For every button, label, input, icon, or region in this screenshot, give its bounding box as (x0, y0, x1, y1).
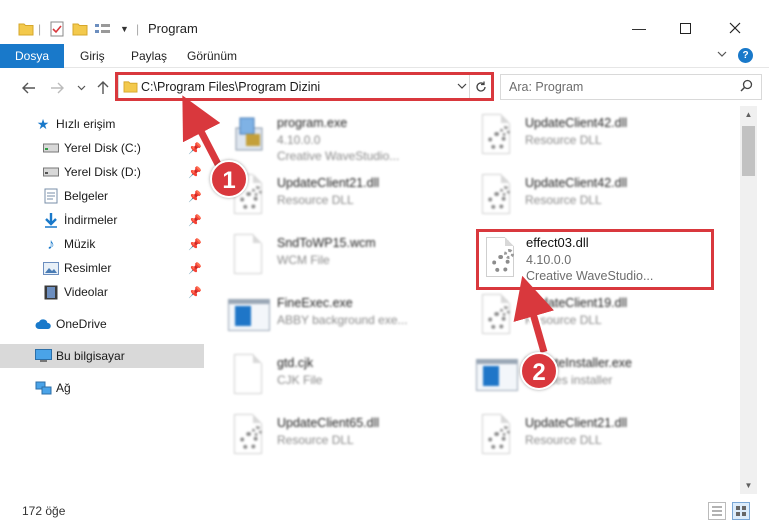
annotation-arrows (182, 95, 554, 358)
step-1-badge: 1 (210, 160, 248, 198)
explorer-window: | ▼ | Program — Dosya Giriş Paylaş Görün… (0, 0, 769, 531)
step-2-badge: 2 (520, 352, 558, 390)
